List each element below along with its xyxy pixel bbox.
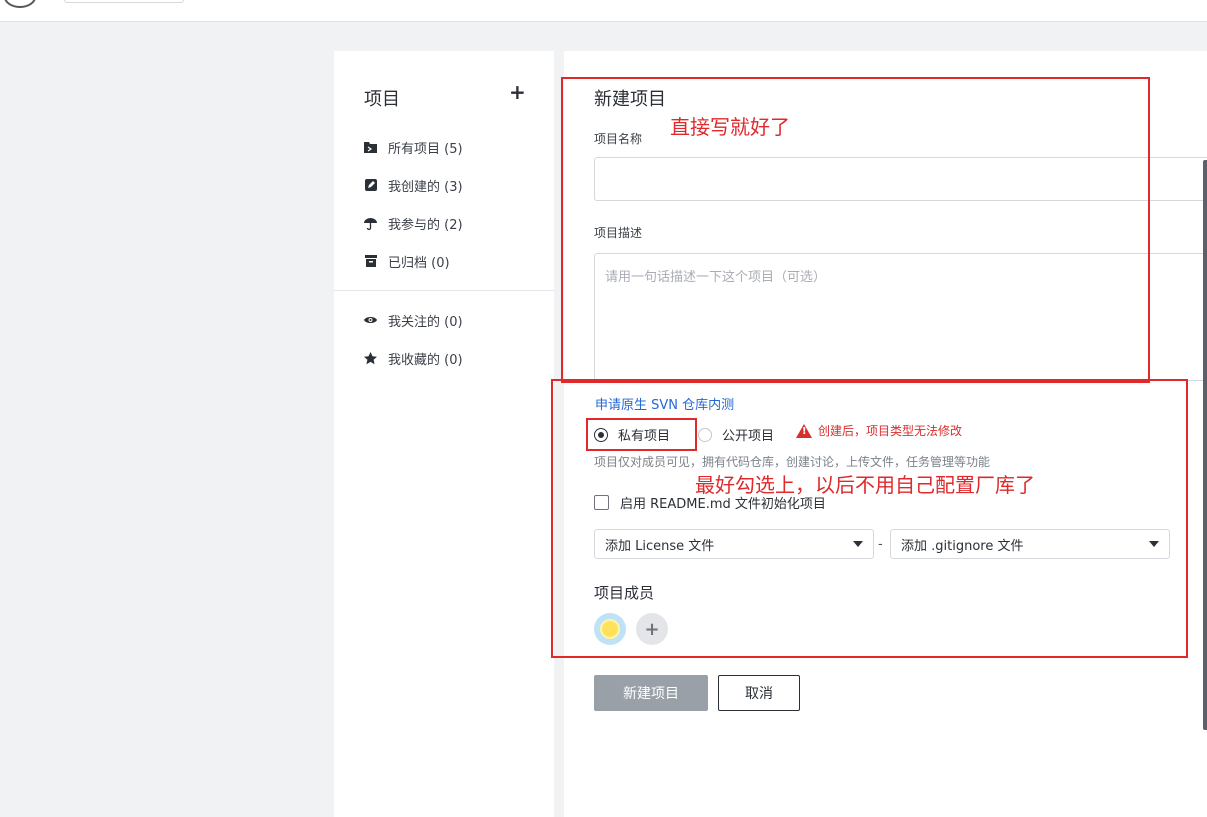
project-sidebar: 项目 + 所有项目 (5) 我创建的 (3) 我参与的 (2) 已归档 (0) …: [334, 51, 554, 817]
sidebar-item-label: 所有项目 (5): [388, 141, 463, 157]
gitignore-select-value: 添加 .gitignore 文件: [901, 538, 1024, 554]
license-select[interactable]: 添加 License 文件: [594, 529, 874, 559]
new-project-form: 新建项目 项目名称 项目描述 申请原生 SVN 仓库内测 私有项目 公开项目 !…: [564, 51, 1207, 817]
sidebar-item-starred[interactable]: 我收藏的 (0): [364, 348, 463, 368]
sidebar-item-label: 已归档 (0): [388, 255, 450, 271]
lemon-avatar-icon: [600, 619, 620, 639]
archive-icon: [364, 255, 377, 268]
folder-icon: [364, 141, 377, 154]
star-icon: [364, 351, 377, 365]
sidebar-item-label: 我关注的 (0): [388, 314, 463, 330]
radio-unselected-icon: [698, 427, 712, 442]
plus-icon[interactable]: +: [509, 81, 526, 103]
project-desc-label: 项目描述: [594, 226, 643, 240]
sidebar-title: 项目: [364, 89, 400, 110]
visibility-warning: ! 创建后，项目类型无法修改: [796, 422, 962, 439]
sidebar-item-label: 我参与的 (2): [388, 217, 463, 233]
caret-down-icon: [1149, 541, 1159, 547]
private-project-label: 私有项目: [618, 429, 671, 444]
private-project-radio[interactable]: 私有项目: [594, 425, 670, 444]
license-select-value: 添加 License 文件: [605, 538, 715, 554]
caret-down-icon: [853, 541, 863, 547]
project-desc-textarea[interactable]: [594, 253, 1207, 381]
public-project-radio[interactable]: 公开项目: [698, 425, 774, 444]
sidebar-item-all-projects[interactable]: 所有项目 (5): [364, 137, 463, 157]
public-project-label: 公开项目: [722, 429, 775, 444]
sidebar-divider: [334, 290, 554, 291]
create-project-button[interactable]: 新建项目: [594, 675, 708, 711]
radio-selected-icon: [594, 427, 608, 442]
checkbox-icon: [594, 495, 609, 510]
logo-icon[interactable]: [4, 0, 36, 8]
page-title: 新建项目: [594, 89, 666, 110]
umbrella-icon: [364, 217, 377, 230]
svn-beta-link[interactable]: 申请原生 SVN 仓库内测: [595, 394, 734, 413]
sidebar-item-joined[interactable]: 我参与的 (2): [364, 213, 463, 233]
warning-text: 创建后，项目类型无法修改: [818, 424, 963, 438]
project-name-input[interactable]: [594, 157, 1207, 201]
edit-icon: [364, 179, 377, 192]
top-header: [0, 0, 1207, 22]
search-input[interactable]: [64, 0, 184, 3]
annotation-note-top: 直接写就好了: [670, 115, 790, 139]
select-separator: -: [878, 537, 883, 552]
avatar[interactable]: [594, 613, 626, 645]
sidebar-item-archived[interactable]: 已归档 (0): [364, 251, 450, 271]
annotation-note-bottom: 最好勾选上，以后不用自己配置厂库了: [695, 473, 1035, 497]
add-member-button[interactable]: +: [636, 613, 668, 645]
gitignore-select[interactable]: 添加 .gitignore 文件: [890, 529, 1170, 559]
members-title: 项目成员: [594, 584, 655, 602]
warning-icon: !: [796, 423, 812, 438]
sidebar-item-created[interactable]: 我创建的 (3): [364, 175, 463, 195]
sidebar-item-watched[interactable]: 我关注的 (0): [364, 310, 463, 330]
sidebar-item-label: 我创建的 (3): [388, 179, 463, 195]
visibility-hint: 项目仅对成员可见，拥有代码仓库，创建讨论，上传文件，任务管理等功能: [594, 455, 991, 469]
cancel-button[interactable]: 取消: [718, 675, 800, 711]
project-name-label: 项目名称: [594, 132, 643, 146]
sidebar-item-label: 我收藏的 (0): [388, 352, 463, 368]
scrollbar[interactable]: [1203, 160, 1207, 730]
eye-icon: [364, 314, 377, 327]
